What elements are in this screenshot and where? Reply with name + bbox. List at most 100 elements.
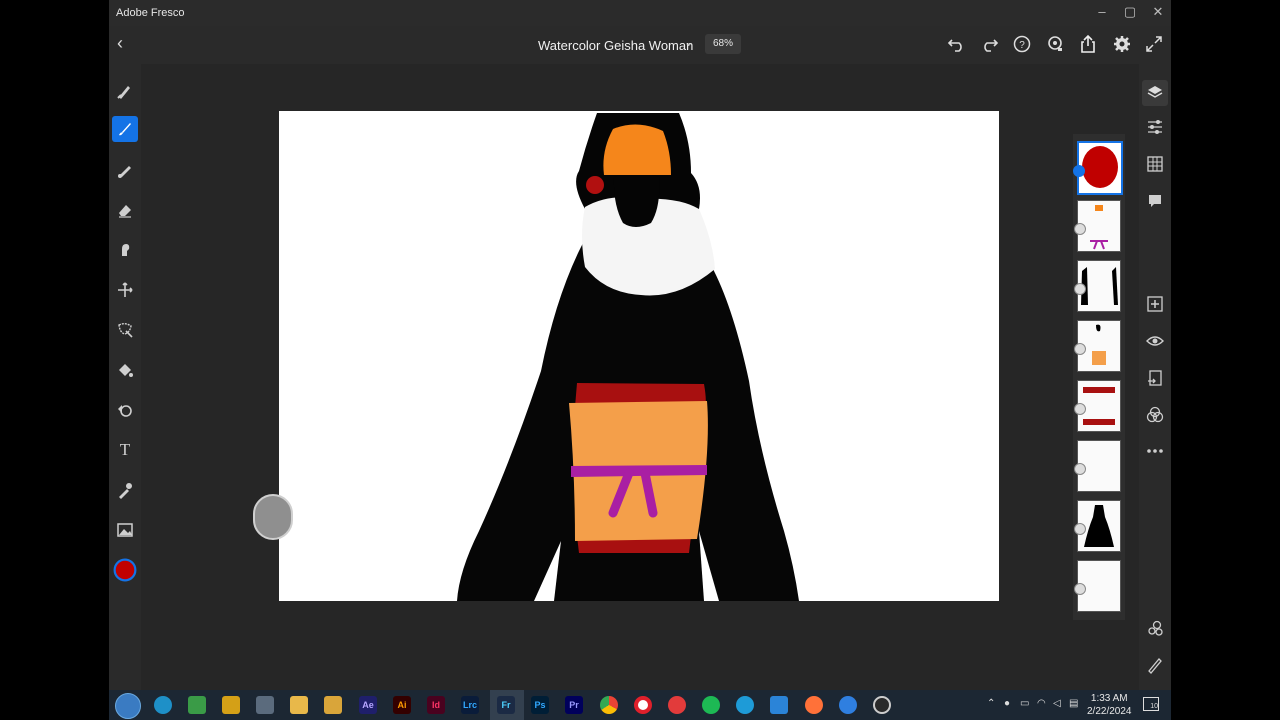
wifi-icon[interactable]: ◠: [1037, 698, 1046, 709]
add-layer-icon[interactable]: [1144, 293, 1166, 315]
opera-icon[interactable]: [634, 696, 652, 714]
fill-icon[interactable]: [112, 357, 138, 383]
illustrator-icon[interactable]: Ai: [393, 696, 411, 714]
move-icon[interactable]: [112, 277, 138, 303]
volume-icon[interactable]: ◁: [1053, 698, 1061, 709]
smudge-icon[interactable]: [112, 237, 138, 263]
microphone-icon[interactable]: ●: [1004, 698, 1010, 709]
vivaldi-icon[interactable]: [668, 696, 686, 714]
svg-text:?: ?: [1019, 40, 1025, 51]
layer-thumbnail[interactable]: [1074, 320, 1121, 372]
layer-thumbnail[interactable]: [1074, 260, 1121, 312]
battery-icon[interactable]: ▭: [1020, 698, 1029, 709]
artwork: [457, 113, 799, 601]
shapes-icon[interactable]: [112, 397, 138, 423]
motion-icon[interactable]: [1144, 617, 1166, 639]
clock-time: 1:33 AM: [1090, 693, 1128, 704]
blend-icon[interactable]: [1144, 404, 1166, 426]
firefox-dev-icon[interactable]: [839, 696, 857, 714]
eraser-icon[interactable]: [112, 197, 138, 223]
help-icon[interactable]: ?: [1011, 34, 1033, 56]
clock-date: 2/22/2024: [1087, 706, 1132, 717]
settings-icon[interactable]: [1111, 34, 1133, 56]
layers-panel: [1073, 134, 1125, 620]
share-icon[interactable]: [1077, 34, 1099, 56]
title-bar: Adobe Fresco – ▢ ✕: [109, 0, 1171, 26]
grid-icon[interactable]: [1144, 153, 1166, 175]
more-icon[interactable]: [1144, 440, 1166, 462]
color-icon[interactable]: [112, 557, 138, 583]
layer-thumbnail[interactable]: [1074, 380, 1121, 432]
wing-app-icon[interactable]: [770, 696, 788, 714]
back-icon[interactable]: ‹: [117, 33, 123, 54]
layer-visibility-icon[interactable]: [1073, 165, 1085, 177]
layer-visibility-icon[interactable]: [1074, 343, 1086, 355]
layer-thumbnail[interactable]: [1074, 560, 1121, 612]
maximize-button[interactable]: ▢: [1117, 4, 1143, 20]
eyedropper-icon[interactable]: [112, 477, 138, 503]
layer-visibility-icon[interactable]: [1074, 523, 1086, 535]
layer-visibility-icon[interactable]: [1074, 583, 1086, 595]
system-clock[interactable]: 1:33 AM 2/22/2024: [1087, 692, 1132, 718]
tool-bar: T: [109, 64, 141, 690]
import-icon[interactable]: [1144, 367, 1166, 389]
layer-thumbnail[interactable]: [1074, 440, 1121, 492]
type-icon[interactable]: T: [112, 437, 138, 463]
fresco-window: Adobe Fresco – ▢ ✕ ‹ Watercolor Geisha W…: [109, 0, 1171, 720]
canvas-handle[interactable]: [253, 494, 293, 540]
live-brush-icon[interactable]: [112, 116, 138, 142]
chrome-icon[interactable]: [600, 696, 618, 714]
lightroom-classic-icon[interactable]: Lrc: [461, 696, 479, 714]
layer-properties-icon[interactable]: [1144, 116, 1166, 138]
indesign-icon[interactable]: Id: [427, 696, 445, 714]
layers-icon[interactable]: [1142, 80, 1168, 106]
undo-icon[interactable]: [946, 34, 968, 56]
file-explorer-icon[interactable]: [290, 696, 308, 714]
notification-icon[interactable]: 10: [1143, 697, 1159, 711]
fullscreen-icon[interactable]: [1143, 34, 1165, 56]
selection-icon[interactable]: [112, 317, 138, 343]
layer-thumbnail[interactable]: [1073, 141, 1123, 195]
visibility-icon[interactable]: [1144, 330, 1166, 352]
recorder-icon[interactable]: [873, 696, 891, 714]
premiere-icon[interactable]: Pr: [565, 696, 583, 714]
tray-chevron-icon[interactable]: ⌃: [987, 698, 995, 709]
place-image-icon[interactable]: [112, 517, 138, 543]
close-window-button[interactable]: ✕: [1145, 4, 1171, 20]
media-player-icon[interactable]: [324, 696, 342, 714]
after-effects-icon[interactable]: Ae: [359, 696, 377, 714]
edit-icon[interactable]: [1144, 654, 1166, 676]
layer-visibility-icon[interactable]: [1074, 403, 1086, 415]
virtualbox-icon[interactable]: [256, 696, 274, 714]
app-title: Adobe Fresco: [116, 7, 185, 19]
pixel-brush-icon[interactable]: [112, 78, 138, 104]
firefox-icon[interactable]: [805, 696, 823, 714]
vector-brush-icon[interactable]: [112, 157, 138, 183]
document-title[interactable]: Watercolor Geisha Woman: [538, 38, 693, 53]
tool-app-icon[interactable]: [222, 696, 240, 714]
right-toolbar: [1139, 64, 1171, 690]
app-header: ‹ Watercolor Geisha Woman ⌄ 68% ?: [109, 26, 1171, 64]
keyboard-icon[interactable]: ▤: [1069, 698, 1078, 709]
layer-thumbnail[interactable]: [1074, 200, 1121, 252]
messenger-app-icon[interactable]: [736, 696, 754, 714]
drawing-canvas[interactable]: [279, 111, 999, 601]
minimize-button[interactable]: –: [1089, 4, 1115, 19]
edge-icon[interactable]: [154, 696, 172, 714]
chevron-down-icon[interactable]: ⌄: [684, 36, 693, 49]
zoom-level[interactable]: 68%: [705, 34, 741, 54]
canvas-area: [141, 64, 1139, 690]
spotify-icon[interactable]: [702, 696, 720, 714]
comment-icon[interactable]: [1144, 190, 1166, 212]
layer-thumbnail[interactable]: [1074, 500, 1121, 552]
learn-icon[interactable]: [1044, 34, 1066, 56]
start-button[interactable]: [115, 693, 141, 719]
redo-icon[interactable]: [978, 34, 1000, 56]
fresco-icon[interactable]: Fr: [497, 696, 515, 714]
photoshop-icon[interactable]: Ps: [531, 696, 549, 714]
windows-taskbar: Ae Ai Id Lrc Fr Ps Pr ⌃ ● ▭ ◠ ◁ ▤ 1:33 A…: [109, 690, 1171, 720]
notepad-icon[interactable]: [188, 696, 206, 714]
layer-visibility-icon[interactable]: [1074, 283, 1086, 295]
layer-visibility-icon[interactable]: [1074, 223, 1086, 235]
layer-visibility-icon[interactable]: [1074, 463, 1086, 475]
